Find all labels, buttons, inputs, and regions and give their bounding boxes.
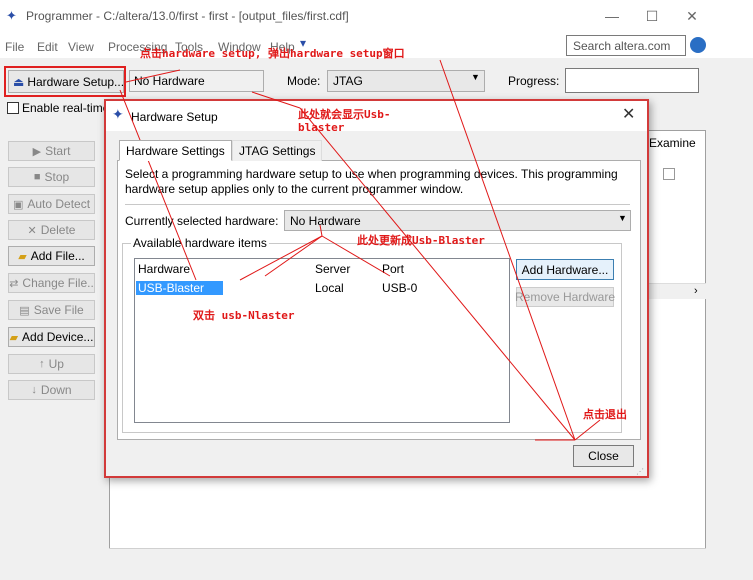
- annotation-double-click: 双击 usb-Nlaster: [193, 309, 295, 322]
- arrow-to-setup-button: [125, 69, 181, 83]
- arrow-to-current-select: [319, 224, 323, 237]
- annotation-shows-usb-line1: 此处就会显示Usb-: [298, 108, 391, 121]
- arrow-to-usb-blaster-1: [119, 89, 197, 281]
- annotation-shows-usb-line2: blaster: [298, 121, 345, 134]
- annotation-click-exit: 点击退出: [583, 408, 627, 421]
- arrow-to-hardware-display: [251, 91, 301, 109]
- tab-hardware-settings[interactable]: Hardware Settings: [119, 140, 232, 161]
- arrow-to-close: [574, 419, 601, 441]
- arrow-to-usb-blaster-2: [239, 235, 323, 281]
- arrow-to-usb-blaster-3: [264, 235, 323, 277]
- arrow-long-1: [299, 107, 576, 441]
- annotation-update-usb: 此处更新成Usb-Blaster: [357, 234, 485, 247]
- annotation-click-setup: 点击hardware setup, 弹出hardware setup窗口: [140, 47, 405, 60]
- annotation-arrows: [119, 59, 601, 441]
- arrow-long-2: [439, 59, 576, 441]
